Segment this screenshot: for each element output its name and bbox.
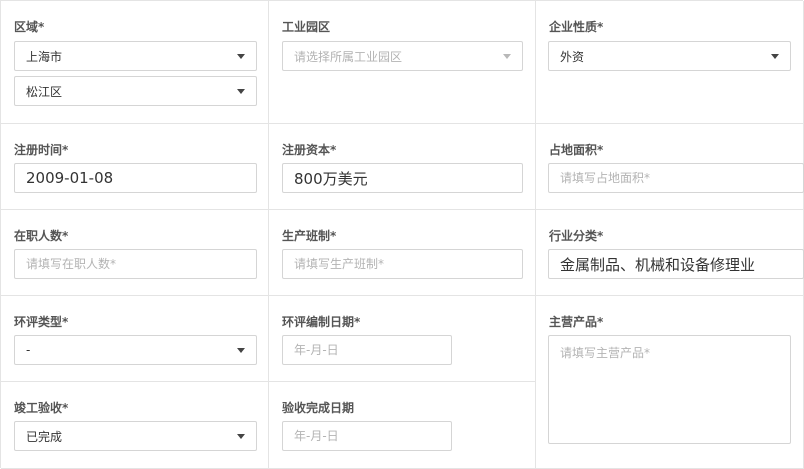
registration-date-cell: 注册时间* [1, 124, 269, 210]
floor-area-label: 占地面积* [549, 143, 604, 157]
chevron-down-icon [237, 348, 245, 353]
eia-date-cell: 环评编制日期* [269, 296, 536, 382]
district-value: 松江区 [26, 84, 63, 99]
registration-date-input[interactable] [14, 163, 257, 193]
acceptance-date-cell: 验收完成日期 [269, 382, 536, 469]
acceptance-cell: 竣工验收* 已完成 [1, 382, 269, 469]
enterprise-info-form: 区域* 上海市 松江区 工业园区 请选择所属工业园区 企业性质* 外资 注册时间… [0, 0, 804, 469]
main-products-label: 主营产品* [549, 315, 604, 329]
chevron-down-icon [771, 54, 779, 59]
industrial-park-label: 工业园区 [282, 20, 331, 34]
enterprise-nature-label: 企业性质* [549, 20, 604, 34]
eia-type-select[interactable]: - [14, 335, 257, 365]
registered-capital-cell: 注册资本* [269, 124, 536, 210]
enterprise-nature-value: 外资 [560, 49, 585, 64]
registration-date-label: 注册时间* [14, 143, 69, 157]
industrial-park-select[interactable]: 请选择所属工业园区 [282, 41, 523, 71]
production-shift-input[interactable] [282, 249, 523, 279]
enterprise-nature-cell: 企业性质* 外资 [536, 1, 804, 124]
province-select[interactable]: 上海市 [14, 41, 257, 71]
acceptance-date-label: 验收完成日期 [282, 401, 355, 415]
chevron-down-icon [237, 54, 245, 59]
main-products-cell: 主营产品* [536, 296, 804, 469]
employees-label: 在职人数* [14, 229, 69, 243]
eia-type-label: 环评类型* [14, 315, 69, 329]
province-value: 上海市 [26, 49, 63, 64]
employees-input[interactable] [14, 249, 257, 279]
eia-type-value: - [26, 343, 31, 357]
region-cell: 区域* 上海市 松江区 [1, 1, 269, 124]
enterprise-nature-select[interactable]: 外资 [548, 41, 791, 71]
acceptance-select[interactable]: 已完成 [14, 421, 257, 451]
industrial-park-placeholder: 请选择所属工业园区 [294, 49, 403, 64]
employees-cell: 在职人数* [1, 210, 269, 296]
industry-category-cell: 行业分类* [536, 210, 804, 296]
industrial-park-cell: 工业园区 请选择所属工业园区 [269, 1, 536, 124]
chevron-down-icon [503, 54, 511, 59]
acceptance-date-input[interactable] [282, 421, 452, 451]
acceptance-value: 已完成 [26, 429, 63, 444]
floor-area-cell: 占地面积* [536, 124, 804, 210]
eia-date-label: 环评编制日期* [282, 315, 361, 329]
industry-category-input[interactable] [548, 249, 804, 279]
chevron-down-icon [237, 89, 245, 94]
region-label: 区域* [14, 20, 45, 34]
eia-date-input[interactable] [282, 335, 452, 365]
acceptance-label: 竣工验收* [14, 401, 69, 415]
district-select[interactable]: 松江区 [14, 76, 257, 106]
chevron-down-icon [237, 434, 245, 439]
registered-capital-input[interactable] [282, 163, 523, 193]
production-shift-cell: 生产班制* [269, 210, 536, 296]
registered-capital-label: 注册资本* [282, 143, 337, 157]
eia-type-cell: 环评类型* - [1, 296, 269, 382]
floor-area-input[interactable] [548, 163, 804, 193]
industry-category-label: 行业分类* [549, 229, 604, 243]
main-products-textarea[interactable] [548, 335, 791, 444]
production-shift-label: 生产班制* [282, 229, 337, 243]
